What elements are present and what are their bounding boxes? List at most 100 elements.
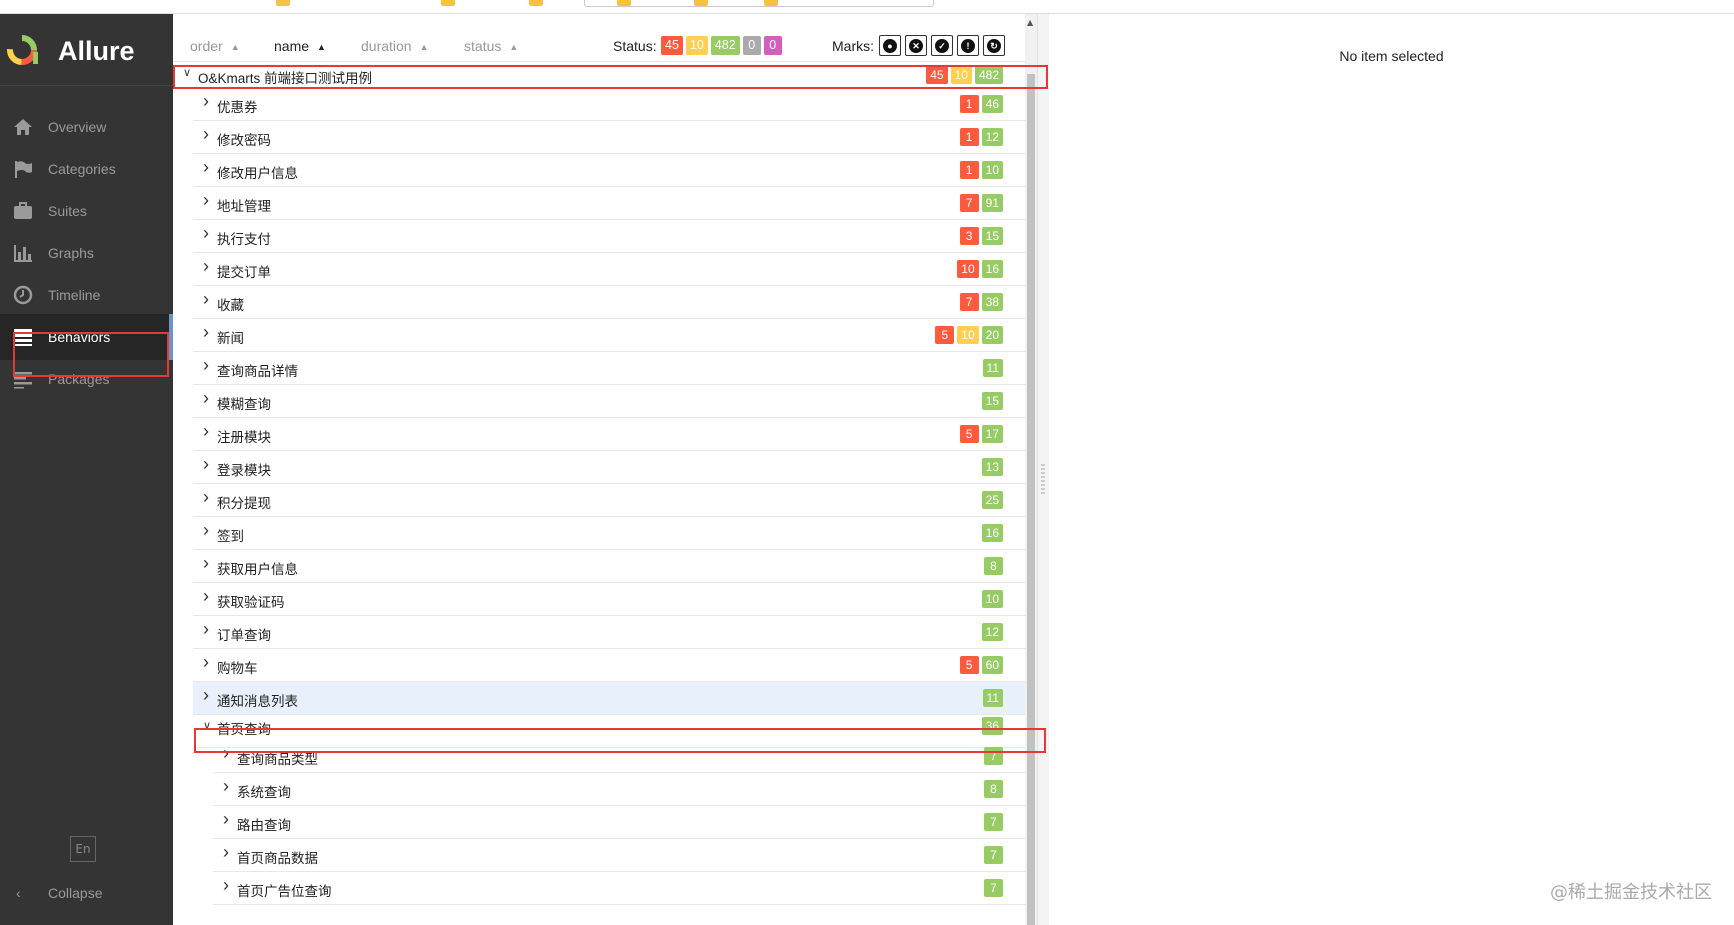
- mark-new-passed-toggle[interactable]: ✓: [931, 35, 953, 56]
- sidebar-item-overview[interactable]: Overview: [0, 104, 173, 150]
- tree-group-feature[interactable]: › 提交订单 10 16: [193, 253, 1025, 286]
- count-badge: 482: [974, 66, 1003, 84]
- tree-group-story[interactable]: › 首页广告位查询 7: [213, 872, 1025, 905]
- sort-by-order[interactable]: order ▲︎: [190, 38, 240, 54]
- chevron-right-icon: ›: [223, 875, 229, 895]
- scrollbar-thumb[interactable]: [1027, 74, 1035, 925]
- tree-group-feature[interactable]: › 登录模块 13: [193, 451, 1025, 484]
- bookmark-folder-icon[interactable]: [617, 0, 631, 6]
- scroll-up-icon[interactable]: ▲︎: [1027, 18, 1033, 27]
- browser-bookmark-bar: [0, 0, 1734, 14]
- chevron-right-icon: ›: [203, 553, 209, 573]
- status-broken-toggle[interactable]: 10: [685, 36, 708, 55]
- group-counts: 8: [984, 557, 1003, 575]
- tree-group-label: 订单查询: [217, 628, 271, 643]
- sidebar-item-categories[interactable]: Categories: [0, 146, 173, 192]
- bookmark-folder-icon[interactable]: [276, 0, 290, 6]
- collapse-button[interactable]: ‹ Collapse: [0, 879, 173, 909]
- language-switcher[interactable]: En: [70, 836, 96, 862]
- browser-search-box[interactable]: [584, 0, 934, 7]
- count-badge: 5: [959, 656, 979, 674]
- align-left-icon: [14, 372, 32, 389]
- chevron-right-icon: ›: [203, 91, 209, 111]
- tree-group-feature[interactable]: › 修改密码 1 12: [193, 121, 1025, 154]
- tree-group-feature[interactable]: › 查询商品详情 11: [193, 352, 1025, 385]
- sort-by-status[interactable]: status ▲︎: [464, 38, 518, 54]
- bookmark-folder-icon[interactable]: [764, 0, 778, 6]
- bookmark-folder-icon[interactable]: [441, 0, 455, 6]
- bookmark-folder-icon[interactable]: [529, 0, 543, 6]
- tree-group-feature[interactable]: › 新闻 5 10 20: [193, 319, 1025, 352]
- status-passed-toggle[interactable]: 482: [710, 36, 740, 55]
- sort-icon: ▲︎: [317, 42, 326, 52]
- bookmark-folder-icon[interactable]: [694, 0, 708, 6]
- status-unknown-toggle[interactable]: 0: [763, 36, 782, 55]
- tree-scrollbar[interactable]: ▲︎: [1025, 14, 1037, 925]
- sort-by-duration[interactable]: duration ▲︎: [361, 38, 429, 54]
- group-counts: 25: [981, 491, 1003, 509]
- tree-group-feature[interactable]: › 订单查询 12: [193, 616, 1025, 649]
- group-counts: 7: [984, 846, 1003, 864]
- tree-group-root[interactable]: ∨ O&Kmarts 前端接口测试用例 45 10 482: [173, 63, 1025, 88]
- chevron-right-icon: ›: [223, 809, 229, 829]
- status-failed-toggle[interactable]: 45: [661, 36, 683, 55]
- tree-group-feature[interactable]: › 修改用户信息 1 10: [193, 154, 1025, 187]
- tree-group-story[interactable]: › 路由查询 7: [213, 806, 1025, 839]
- status-filter-label: Status:: [613, 38, 657, 54]
- count-badge: 5: [935, 326, 955, 344]
- sidebar-item-timeline[interactable]: Timeline: [0, 272, 173, 318]
- count-badge: 17: [981, 425, 1003, 443]
- pane-splitter[interactable]: [1037, 14, 1049, 925]
- tree-group-feature[interactable]: › 模糊查询 15: [193, 385, 1025, 418]
- tree-group-story[interactable]: › 查询商品类型 7: [213, 740, 1025, 773]
- count-badge: 10: [981, 161, 1003, 179]
- tree-group-feature[interactable]: › 通知消息列表 11: [193, 682, 1025, 715]
- chevron-down-icon: ∨: [183, 67, 192, 79]
- group-counts: 5 10 20: [935, 326, 1003, 344]
- tree-group-story[interactable]: › 系统查询 8: [213, 773, 1025, 806]
- mark-flaky-toggle[interactable]: ●: [879, 35, 901, 56]
- count-badge: 15: [981, 392, 1003, 410]
- chevron-right-icon: ›: [203, 619, 209, 639]
- tree-group-feature[interactable]: › 注册模块 5 17: [193, 418, 1025, 451]
- status-skipped-toggle[interactable]: 0: [742, 36, 761, 55]
- sidebar-item-suites[interactable]: Suites: [0, 188, 173, 234]
- group-counts: 7: [984, 879, 1003, 897]
- tree-group-feature[interactable]: › 优惠券 1 46: [193, 88, 1025, 121]
- group-counts: 7 91: [959, 194, 1003, 212]
- tree-group-feature[interactable]: › 执行支付 3 15: [193, 220, 1025, 253]
- brand[interactable]: Allure: [0, 14, 173, 86]
- tree-group-feature[interactable]: › 获取验证码 10: [193, 583, 1025, 616]
- tree-group-label: 路由查询: [237, 818, 291, 833]
- sidebar-item-behaviors[interactable]: Behaviors: [0, 314, 173, 360]
- tree-group-feature[interactable]: › 签到 16: [193, 517, 1025, 550]
- mark-retries-toggle[interactable]: ↻: [983, 35, 1005, 56]
- sidebar-item-packages[interactable]: Packages: [0, 356, 173, 402]
- group-counts: 1 46: [959, 95, 1003, 113]
- sort-by-name[interactable]: name ▲︎: [274, 38, 326, 54]
- tree-group-story[interactable]: › 首页商品数据 7: [213, 839, 1025, 872]
- chevron-right-icon: ›: [203, 289, 209, 309]
- tree-group-feature[interactable]: › 收藏 7 38: [193, 286, 1025, 319]
- chevron-right-icon: ›: [203, 454, 209, 474]
- tree-group-label: 通知消息列表: [217, 694, 298, 709]
- chevron-right-icon: ›: [203, 685, 209, 705]
- tree-group-label: 优惠券: [217, 100, 258, 115]
- group-counts: 36: [981, 717, 1003, 735]
- tree-group-feature[interactable]: › 购物车 5 60: [193, 649, 1025, 682]
- tree-group-feature[interactable]: › 积分提现 25: [193, 484, 1025, 517]
- tree-group-label: 获取用户信息: [217, 562, 298, 577]
- exclamation-circle-icon: !: [961, 38, 975, 53]
- sort-icon: ▲︎: [419, 42, 429, 52]
- tree-group-label: 获取验证码: [217, 595, 285, 610]
- tree-group-feature[interactable]: › 地址管理 7 91: [193, 187, 1025, 220]
- sidebar-item-label: Timeline: [48, 287, 101, 303]
- mark-new-failed-toggle[interactable]: ✕: [905, 35, 927, 56]
- sidebar-item-graphs[interactable]: Graphs: [0, 230, 173, 276]
- tree-group-label: 签到: [217, 529, 244, 544]
- mark-new-broken-toggle[interactable]: !: [957, 35, 979, 56]
- flag-icon: [15, 161, 32, 178]
- sidebar-item-label: Packages: [48, 371, 110, 387]
- tree-group-label: 系统查询: [237, 785, 291, 800]
- tree-group-feature[interactable]: › 获取用户信息 8: [193, 550, 1025, 583]
